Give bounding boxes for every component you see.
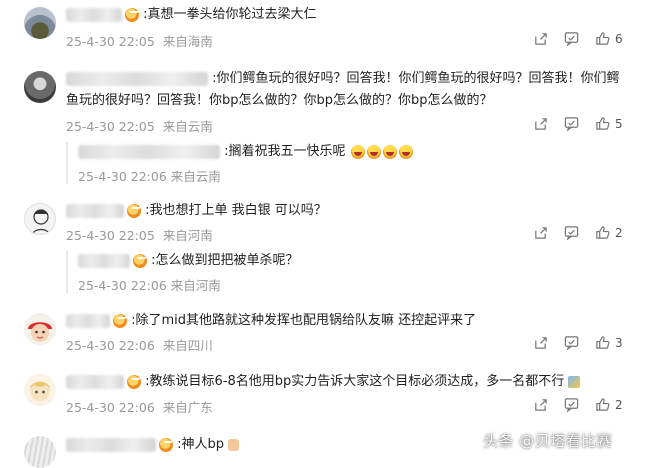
reply-date: 25-4-30 22:06 (78, 169, 167, 184)
comment-location: 来自海南 (162, 34, 213, 49)
comment-date: 25-4-30 22:06 (66, 400, 155, 415)
vip-badge-icon (159, 438, 173, 452)
avatar[interactable] (24, 313, 56, 345)
reply-icon[interactable] (564, 397, 579, 412)
share-icon[interactable] (533, 335, 548, 350)
reply-icon[interactable] (564, 116, 579, 131)
reply-date: 25-4-30 22:06 (78, 278, 167, 293)
username[interactable] (66, 8, 122, 22)
party-popper-icon (568, 376, 581, 388)
vip-badge-icon (113, 314, 127, 328)
thumbs-up-emoji-icon (228, 439, 240, 451)
avatar[interactable] (24, 374, 56, 406)
reply-location: 来自河南 (170, 278, 221, 293)
comment-text: :教练说目标6-8名他用bp实力告诉大家这个目标必须达成，多一名都不行 (145, 374, 565, 389)
comment-location: 来自广东 (162, 400, 213, 415)
comment-date: 25-4-30 22:05 (66, 119, 155, 134)
grin-emoji-icon (398, 144, 413, 159)
share-icon[interactable] (533, 225, 548, 240)
like-count: 3 (615, 335, 623, 350)
vip-badge-icon (127, 375, 141, 389)
comment-date: 25-4-30 22:06 (66, 338, 155, 353)
vip-badge-icon (125, 8, 139, 22)
share-icon[interactable] (533, 31, 548, 46)
grin-emoji-icon (366, 144, 381, 159)
reply-text: :怎么做到把把被单杀呢？ (151, 253, 299, 268)
thumbs-up-icon[interactable] (595, 335, 610, 350)
reply-thread: :搁着祝我五一快乐呢 25-4-30 22:06 来自云南 (66, 142, 628, 184)
like-count: 5 (615, 116, 623, 131)
comment-text-line-1: :你们鳄鱼玩的很好吗？回答我！你们鳄鱼玩的很好吗？回答我！你们鳄 (212, 71, 620, 86)
username[interactable] (78, 144, 220, 159)
comment-date: 25-4-30 22:05 (66, 228, 155, 243)
share-icon[interactable] (533, 397, 548, 412)
comment-text: :我也想打上单 我白银 可以吗？ (145, 203, 327, 218)
reply-icon[interactable] (564, 335, 579, 350)
thumbs-up-icon[interactable] (595, 397, 610, 412)
username[interactable] (66, 438, 156, 452)
avatar[interactable] (24, 203, 56, 235)
vip-badge-icon (133, 253, 147, 268)
reply-location: 来自云南 (170, 169, 221, 184)
reply-thread: :怎么做到把把被单杀呢？ 25-4-30 22:06 来自河南 (66, 251, 628, 293)
thumbs-up-icon[interactable] (595, 31, 610, 46)
vip-badge-icon (127, 204, 141, 218)
reply-text: :搁着祝我五一快乐呢 (224, 144, 346, 159)
avatar[interactable] (24, 7, 56, 39)
avatar[interactable] (24, 436, 56, 468)
comment-text: :神人bp (177, 437, 225, 452)
thumbs-up-icon[interactable] (595, 116, 610, 131)
username[interactable] (66, 375, 124, 389)
like-count: 2 (615, 225, 623, 240)
reply-icon[interactable] (564, 225, 579, 240)
like-count: 2 (615, 397, 623, 412)
grin-emoji-icon (382, 144, 397, 159)
username[interactable] (66, 314, 110, 328)
reply-icon[interactable] (564, 31, 579, 46)
like-count: 6 (615, 31, 623, 46)
watermark: 头条 @贝塔看比赛 (483, 432, 613, 450)
grin-emoji-icon (350, 144, 365, 159)
share-icon[interactable] (533, 116, 548, 131)
username[interactable] (66, 204, 124, 218)
avatar[interactable] (24, 71, 56, 103)
username[interactable] (78, 253, 130, 268)
comment-date: 25-4-30 22:05 (66, 34, 155, 49)
comment-location: 来自四川 (162, 338, 213, 353)
username[interactable] (66, 72, 208, 86)
comment-location: 来自云南 (162, 119, 213, 134)
comment-text: :除了mid其他路就这种发挥也配甩锅给队友嘛 还控起评来了 (131, 313, 477, 328)
comment-location: 来自河南 (162, 228, 213, 243)
comment-text-line-2: 鱼玩的很好吗？回答我！你bp怎么做的？你bp怎么做的？你bp怎么做的？ (66, 93, 493, 108)
thumbs-up-icon[interactable] (595, 225, 610, 240)
comment-text: :真想一拳头给你轮过去梁大仁 (143, 7, 317, 22)
